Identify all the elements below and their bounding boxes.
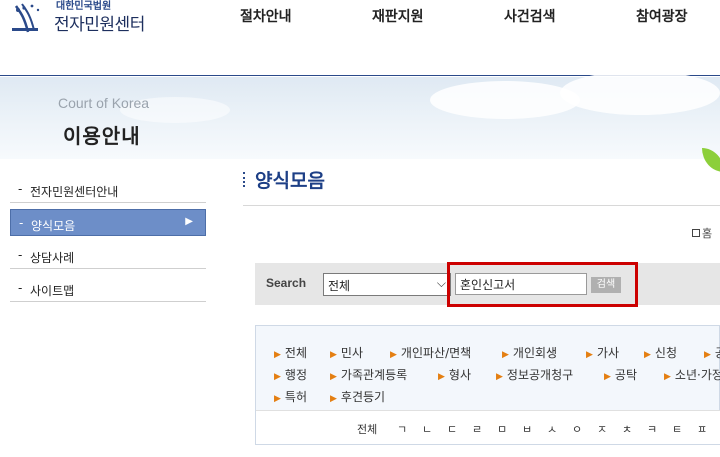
category-rehabilitation[interactable]: ▶ 개인회생 [502,344,557,361]
lnb-title: 이용안내 [63,124,141,148]
nav-case-search[interactable]: 사건검색 [504,6,556,26]
highlight-annotation [447,262,638,307]
cloud-decoration [430,81,580,119]
category-more[interactable]: ▶공 [704,344,720,361]
cho-item[interactable]: ㅍ [697,421,707,437]
triangle-right-icon: ▶ [330,394,337,404]
site-header: 대한민국법원 전자민원센터 절차안내 재판지원 사건검색 참여광장 [0,0,720,76]
category-all[interactable]: ▶ 전체 [274,344,307,361]
search-category-select[interactable]: 전체 ⌵ [323,273,451,296]
cho-all[interactable]: 전체 [357,421,377,437]
cho-item[interactable]: ㅁ [497,421,507,437]
chevron-right-icon: ▶ [185,216,193,227]
triangle-right-icon: ▶ [664,372,671,382]
cho-item[interactable]: ㅇ [572,421,582,437]
home-label: 홈 [702,227,713,240]
bullet-icon: - [18,248,23,262]
lnb-item-forms[interactable]: - 양식모음 ▶ [10,209,206,236]
category-civil[interactable]: ▶ 민사 [330,344,363,361]
nav-trial-support[interactable]: 재판지원 [372,6,424,26]
triangle-right-icon: ▶ [496,372,503,382]
category-administrative[interactable]: ▶ 행정 [274,366,307,383]
lnb-item-label: 상담사례 [30,251,75,265]
triangle-right-icon: ▶ [330,350,337,360]
home-breadcrumb[interactable]: 홈 [692,225,712,241]
cho-item[interactable]: ㅈ [597,421,607,437]
category-bankruptcy[interactable]: ▶ 개인파산/면책 [390,344,471,361]
chevron-down-icon: ⌵ [436,276,446,290]
triangle-right-icon: ▶ [502,350,509,360]
category-application[interactable]: ▶ 신청 [644,344,677,361]
lnb-item-label: 양식모음 [31,219,76,233]
triangle-right-icon: ▶ [704,350,711,360]
initial-consonant-filter: 전체 ㄱ ㄴ ㄷ ㄹ ㅁ ㅂ ㅅ ㅇ ㅈ ㅊ ㅋ ㅌ ㅍ [256,410,720,444]
triangle-right-icon: ▶ [274,350,281,360]
triangle-right-icon: ▶ [438,372,445,382]
lnb-item-label: 전자민원센터안내 [30,185,119,199]
page-title: 양식모음 [255,170,325,192]
triangle-right-icon: ▶ [586,350,593,360]
category-panel: ▶전체 ▶민사 ▶개인파산/면책 ▶개인회생 ▶가사 ▶신청 ▶공 ▶행정 ▶가… [255,325,720,445]
lnb-item-sitemap[interactable]: - 사이트맵 [10,275,206,302]
cho-item[interactable]: ㄹ [472,421,482,437]
page-title-area: 양식모음 [243,166,720,206]
category-juvenile[interactable]: ▶ 소년·가정 [664,366,720,383]
lnb-subtitle: Court of Korea [58,95,150,111]
triangle-right-icon: ▶ [390,350,397,360]
category-info-disclosure[interactable]: ▶ 정보공개청구 [496,366,573,383]
lnb-item-center-guide[interactable]: - 전자민원센터안내 [10,176,206,203]
nav-procedure[interactable]: 절차안내 [240,6,292,26]
category-family-registry[interactable]: ▶ 가족관계등록 [330,366,407,383]
triangle-right-icon: ▶ [604,372,611,382]
search-label: Search [266,276,307,290]
category-patent[interactable]: ▶ 특허 [274,388,307,405]
bullet-icon: - [18,182,23,196]
triangle-right-icon: ▶ [274,372,281,382]
cloud-decoration [560,71,720,115]
cho-item[interactable]: ㄴ [422,421,432,437]
cho-item[interactable]: ㅌ [672,421,682,437]
category-guardianship[interactable]: ▶ 후견등기 [330,388,385,405]
cho-item[interactable]: ㄱ [397,421,407,437]
cho-item[interactable]: ㅅ [547,421,557,437]
triangle-right-icon: ▶ [274,394,281,404]
category-deposit[interactable]: ▶ 공탁 [604,366,637,383]
lnb-item-consult-cases[interactable]: - 상담사례 [10,242,206,269]
category-criminal[interactable]: ▶ 형사 [438,366,471,383]
triangle-right-icon: ▶ [644,350,651,360]
title-marker-icon [243,172,246,187]
cho-item[interactable]: ㅊ [622,421,632,437]
lnb-item-label: 사이트맵 [30,284,75,298]
triangle-right-icon: ▶ [330,372,337,382]
cho-item[interactable]: ㅂ [522,421,532,437]
bullet-icon: - [19,216,24,230]
select-value: 전체 [328,279,351,293]
category-family[interactable]: ▶ 가사 [586,344,619,361]
local-nav: - 전자민원센터안내 - 양식모음 ▶ - 상담사례 - 사이트맵 [10,176,206,308]
nav-participation[interactable]: 참여광장 [636,6,688,26]
cho-item[interactable]: ㅋ [647,421,657,437]
global-nav: 절차안내 재판지원 사건검색 참여광장 [0,6,720,30]
bullet-icon: - [18,281,23,295]
cho-item[interactable]: ㄷ [447,421,457,437]
home-icon [692,229,700,237]
